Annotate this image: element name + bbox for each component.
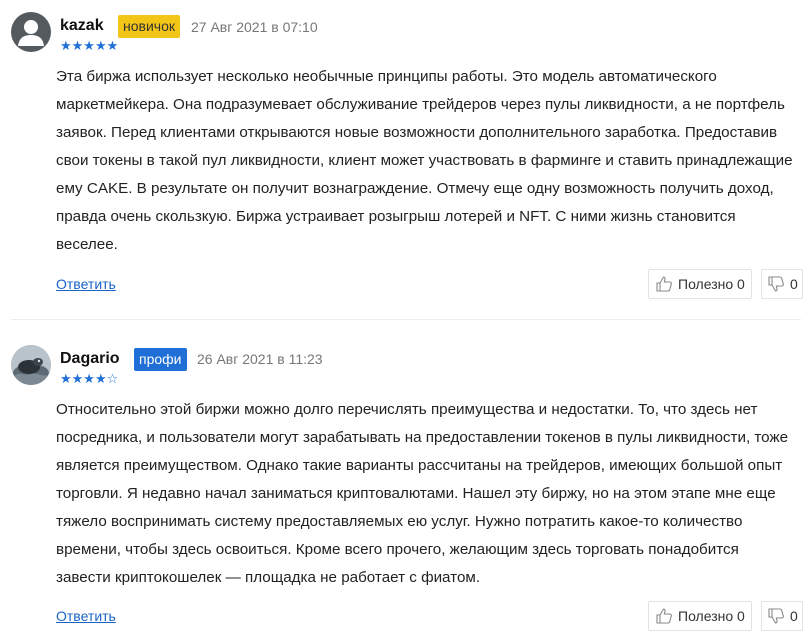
- thumbs-up-icon: [656, 608, 672, 624]
- star-filled-icons: ★★★★★: [60, 38, 119, 53]
- star-empty-icons: ☆: [106, 371, 119, 386]
- user-rank-badge: профи: [134, 348, 187, 371]
- thumbs-up-icon: [656, 276, 672, 292]
- review-date: 26 Авг 2021 в 11:23: [197, 351, 323, 367]
- star-filled-icons: ★★★★: [60, 371, 107, 386]
- default-avatar[interactable]: [11, 12, 51, 52]
- useful-button[interactable]: Полезно 0: [648, 601, 752, 631]
- useful-button[interactable]: Полезно 0: [648, 269, 752, 299]
- rating-stars: ★★★★☆: [60, 372, 118, 385]
- dislike-count: 0: [790, 608, 798, 624]
- useful-label: Полезно 0: [678, 608, 745, 624]
- review-date: 27 Авг 2021 в 07:10: [191, 19, 318, 35]
- username[interactable]: kazak: [60, 17, 104, 35]
- rating-stars: ★★★★★: [60, 39, 118, 52]
- thumbs-down-icon: [768, 276, 784, 292]
- review-text: Эта биржа использует несколько необычные…: [56, 68, 793, 253]
- reply-link[interactable]: Ответить: [56, 276, 116, 292]
- user-photo-avatar[interactable]: [11, 345, 51, 385]
- review-divider: [11, 319, 801, 320]
- avatar-image: [11, 345, 51, 385]
- username[interactable]: Dagario: [60, 350, 120, 368]
- review-text: Относительно этой биржи можно долго пере…: [56, 401, 789, 586]
- dislike-count: 0: [790, 276, 798, 292]
- reply-link[interactable]: Ответить: [56, 608, 116, 624]
- dislike-button[interactable]: 0: [761, 601, 803, 631]
- user-icon: [18, 20, 44, 46]
- thumbs-down-icon: [768, 608, 784, 624]
- dislike-button[interactable]: 0: [761, 269, 803, 299]
- user-rank-badge: новичок: [118, 15, 180, 38]
- useful-label: Полезно 0: [678, 276, 745, 292]
